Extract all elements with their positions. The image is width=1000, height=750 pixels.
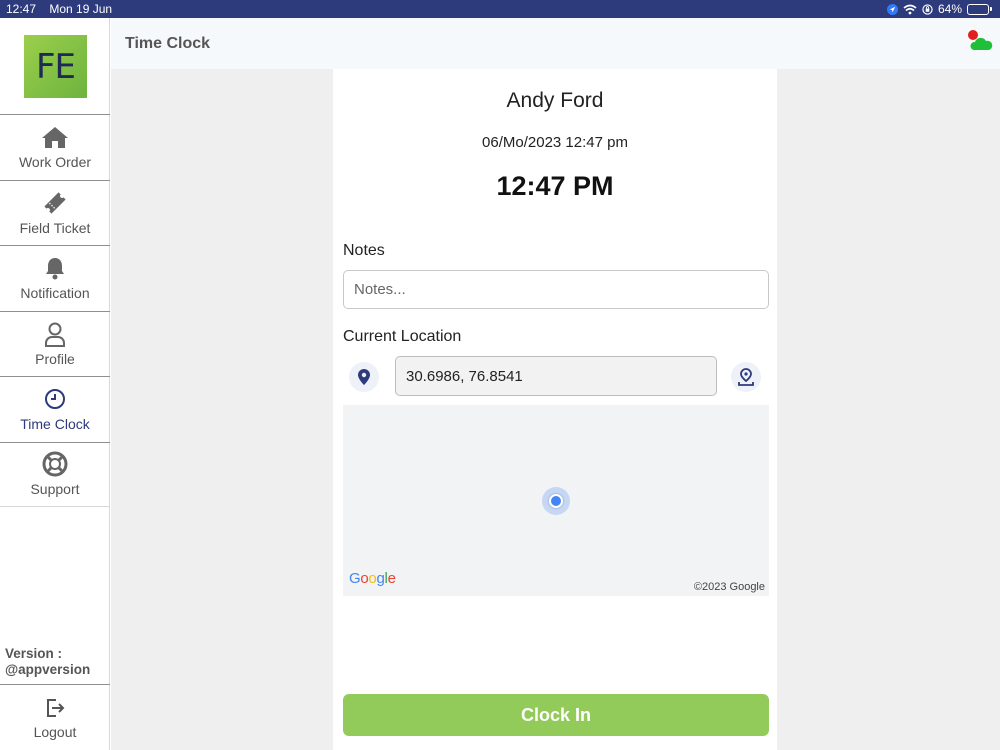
app-logo-text: FE	[35, 46, 76, 87]
map-location-button[interactable]	[731, 362, 761, 392]
ticket-icon	[42, 190, 68, 216]
home-icon	[41, 124, 69, 150]
sidebar-item-label: Work Order	[18, 154, 92, 171]
sidebar-item-notification[interactable]: Notification	[0, 245, 110, 311]
sidebar-item-work-order[interactable]: Work Order	[0, 114, 110, 180]
sidebar-item-profile[interactable]: Profile	[0, 310, 110, 377]
lifebuoy-icon	[42, 451, 68, 477]
location-coordinates-field: 30.6986, 76.8541	[395, 356, 717, 396]
current-time: 12:47 PM	[496, 171, 614, 201]
location-arrow-icon	[886, 3, 898, 15]
clock-icon	[44, 386, 66, 412]
page-title: Time Clock	[125, 34, 211, 52]
sidebar-item-label: Support	[30, 481, 80, 498]
sidebar-item-label: Profile	[35, 350, 75, 367]
app-version: Version : @appversion	[5, 646, 90, 678]
current-location-marker	[549, 494, 563, 508]
version-value: @appversion	[5, 662, 91, 677]
sidebar-item-label: Time Clock	[20, 416, 90, 433]
sidebar-item-label: Notification	[20, 285, 90, 302]
battery-charging-icon	[967, 3, 992, 15]
map-marker-icon	[738, 368, 754, 386]
sidebar-nav: Work Order Field Ticket Notification Pro…	[0, 114, 110, 507]
current-location-label: Current Location	[343, 328, 462, 345]
logout-icon	[44, 696, 66, 720]
time-clock-card: Andy Ford 06/Mo/2023 12:47 pm 12:47 PM N…	[333, 69, 777, 750]
sidebar-item-time-clock[interactable]: Time Clock	[0, 376, 110, 442]
battery-percentage: 64%	[937, 2, 962, 16]
orientation-lock-icon	[922, 3, 933, 15]
bell-icon	[44, 255, 66, 281]
status-bar: 12:47 Mon 19 Jun 64%	[0, 0, 1000, 18]
location-coordinates: 30.6986, 76.8541	[406, 367, 523, 385]
sidebar: FE Work Order Field Ticket Notification …	[0, 18, 110, 750]
app-logo: FE	[24, 35, 87, 98]
sidebar-item-field-ticket[interactable]: Field Ticket	[0, 179, 110, 246]
location-pin-icon	[349, 362, 379, 392]
notes-label: Notes	[343, 242, 385, 259]
version-label: Version :	[5, 646, 63, 661]
logout-button[interactable]: Logout	[0, 684, 110, 750]
main-area: Andy Ford 06/Mo/2023 12:47 pm 12:47 PM N…	[111, 69, 1000, 750]
wifi-icon	[903, 4, 917, 15]
clock-in-button[interactable]: Clock In	[343, 694, 769, 736]
page-header: Time Clock	[111, 18, 1000, 69]
sidebar-item-support[interactable]: Support	[0, 441, 110, 507]
status-date: Mon 19 Jun	[49, 2, 113, 16]
logout-label: Logout	[33, 723, 77, 740]
date-time-text: 06/Mo/2023 12:47 pm	[482, 134, 628, 151]
map-copyright: ©2023 Google	[693, 581, 765, 593]
google-logo: Google	[349, 570, 396, 587]
user-name: Andy Ford	[506, 89, 604, 112]
status-time: 12:47	[6, 2, 37, 16]
notes-input[interactable]	[343, 270, 769, 309]
user-icon	[44, 321, 66, 347]
sidebar-item-label: Field Ticket	[19, 219, 91, 236]
location-map[interactable]: Google ©2023 Google	[343, 405, 769, 596]
cloud-sync-status-icon[interactable]	[968, 30, 994, 52]
